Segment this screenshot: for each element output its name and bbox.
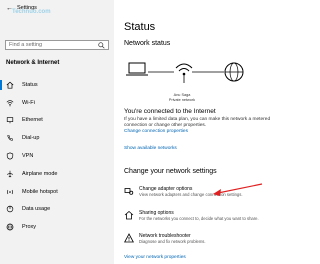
sidebar-item-label: Mobile hotspot: [22, 188, 58, 195]
globe-icon: [6, 223, 14, 231]
sidebar-item-dialup[interactable]: Dial-up: [0, 129, 114, 147]
sidebar-item-mobile-hotspot[interactable]: Mobile hotspot: [0, 183, 114, 201]
option-description: For the networks you connect to, decide …: [139, 216, 259, 221]
change-connection-properties-link[interactable]: Change connection properties: [124, 129, 188, 134]
change-adapter-options[interactable]: Change adapter options View network adap…: [124, 186, 296, 197]
sidebar-item-label: Proxy: [22, 224, 37, 231]
computer-icon: [126, 62, 148, 76]
show-available-networks-link[interactable]: Show available networks: [124, 146, 177, 151]
sidebar-item-label: Dial-up: [22, 135, 40, 142]
sidebar-item-label: Status: [22, 81, 38, 88]
sidebar-item-proxy[interactable]: Proxy: [0, 218, 114, 236]
option-description: View network adapters and change connect…: [139, 192, 243, 197]
sidebar-item-label: Data usage: [22, 206, 51, 213]
ethernet-icon: [6, 116, 14, 124]
change-settings-heading: Change your network settings: [124, 168, 217, 175]
settings-window: ← Settings Technuo.com Find a setting Ne…: [0, 0, 300, 264]
sidebar-item-vpn[interactable]: VPN: [0, 147, 114, 165]
sidebar-item-data-usage[interactable]: Data usage: [0, 201, 114, 219]
sidebar-item-airplane-mode[interactable]: Airplane mode: [0, 165, 114, 183]
sidebar-item-label: Airplane mode: [22, 170, 58, 177]
watermark: Technuo.com: [12, 9, 51, 15]
internet-globe-icon: [224, 62, 244, 82]
adapter-icon: [124, 188, 134, 195]
search-input[interactable]: Find a setting: [5, 40, 109, 50]
wifi-router-icon: [175, 63, 193, 83]
connected-description: If you have a limited data plan, you can…: [124, 117, 271, 128]
airplane-icon: [6, 170, 14, 178]
sidebar: ← Settings Technuo.com Find a setting Ne…: [0, 0, 114, 264]
phone-icon: [6, 134, 14, 142]
option-description: Diagnose and fix network problems.: [139, 239, 206, 244]
warning-icon: [124, 233, 134, 243]
network-diagram: [126, 62, 244, 83]
sidebar-item-label: Ethernet: [22, 117, 43, 124]
home-icon: [6, 81, 14, 89]
wifi-icon: [6, 99, 14, 107]
sharing-options[interactable]: Sharing options For the networks you con…: [124, 210, 296, 221]
network-name-line2: Private network: [168, 97, 196, 102]
page-title: Status: [124, 21, 156, 33]
data-usage-icon: [6, 205, 14, 213]
main-content: Status Network status Anu Saga Private n…: [114, 0, 300, 264]
sidebar-item-ethernet[interactable]: Ethernet: [0, 112, 114, 130]
sidebar-item-label: Wi-Fi: [22, 99, 35, 106]
network-troubleshooter[interactable]: Network troubleshooter Diagnose and fix …: [124, 233, 296, 244]
share-icon: [124, 210, 134, 220]
network-name: Anu Saga Private network: [162, 93, 202, 102]
network-status-heading: Network status: [124, 40, 171, 47]
view-network-properties-link[interactable]: View your network properties: [124, 255, 186, 260]
vpn-icon: [6, 152, 14, 160]
sidebar-item-label: VPN: [22, 153, 34, 160]
nav-section-title: Network & Internet: [6, 60, 60, 66]
sidebar-item-status[interactable]: Status: [0, 76, 114, 94]
sidebar-nav: Status Wi-Fi Ethernet Dial-up VPN Airpla…: [0, 76, 114, 236]
connected-heading: You're connected to the Internet: [124, 108, 216, 115]
hotspot-icon: [6, 188, 14, 196]
sidebar-item-wifi[interactable]: Wi-Fi: [0, 94, 114, 112]
search-placeholder: Find a setting: [9, 42, 43, 48]
search-icon[interactable]: [98, 41, 105, 49]
